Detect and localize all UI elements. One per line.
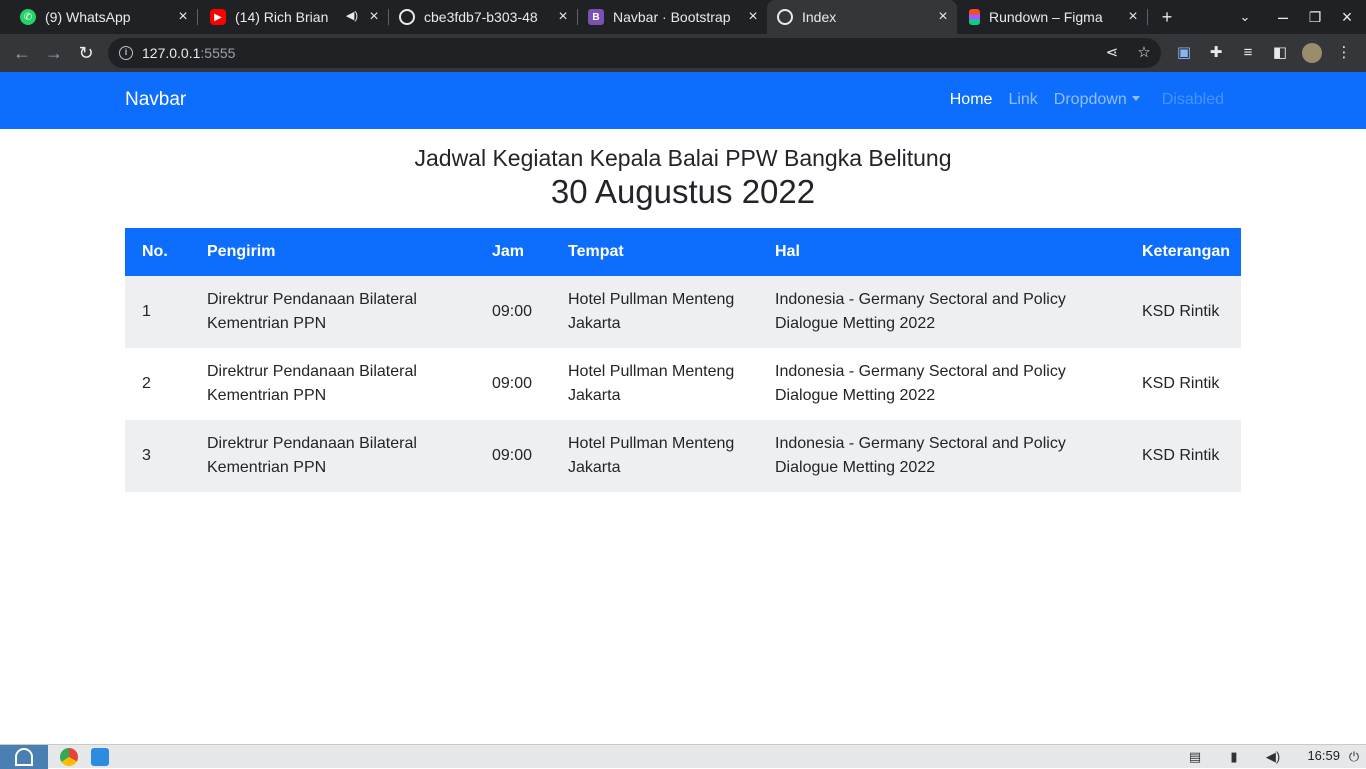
- extensions-icon[interactable]: ✚: [1206, 43, 1226, 63]
- cell-keterangan: KSD Rintik: [1134, 348, 1241, 420]
- cell-tempat: Hotel Pullman Menteng Jakarta: [560, 348, 767, 420]
- cell-no: 3: [125, 420, 199, 492]
- minimize-icon[interactable]: –: [1273, 7, 1293, 27]
- whatsapp-icon: ✆: [20, 9, 36, 25]
- schedule-table: No. Pengirim Jam Tempat Hal Keterangan 1…: [125, 228, 1241, 492]
- table-row: 2 Direktrur Pendanaan Bilateral Kementri…: [125, 348, 1241, 420]
- close-icon[interactable]: ×: [745, 9, 761, 25]
- tab-title: (14) Rich Brian: [235, 9, 329, 25]
- column-header-no: No.: [125, 228, 199, 276]
- nav-link-disabled: Disabled: [1161, 91, 1224, 108]
- browser-tab-strip: ✆ (9) WhatsApp × ▶ (14) Rich Brian ◀) × …: [0, 0, 1366, 34]
- restore-icon[interactable]: ❐: [1305, 7, 1325, 27]
- reload-icon[interactable]: ↻: [75, 42, 97, 64]
- cell-tempat: Hotel Pullman Menteng Jakarta: [560, 276, 767, 348]
- save-extension-icon[interactable]: ▣: [1174, 43, 1194, 63]
- menu-icon[interactable]: ⋮: [1334, 43, 1354, 63]
- start-logo-icon: [15, 748, 33, 766]
- tab-title: cbe3fdb7-b303-48: [424, 9, 538, 25]
- column-header-jam: Jam: [484, 228, 560, 276]
- clipboard-icon[interactable]: ▤: [1186, 748, 1204, 766]
- side-panel-icon[interactable]: ◧: [1270, 43, 1290, 63]
- close-icon[interactable]: ×: [366, 9, 382, 25]
- cell-keterangan: KSD Rintik: [1134, 420, 1241, 492]
- os-taskbar: ▤ ▮ ◀) 16:59 ⏻: [0, 744, 1366, 769]
- youtube-icon: ▶: [210, 9, 226, 25]
- tab-bootstrap[interactable]: B Navbar · Bootstrap ×: [578, 0, 767, 34]
- table-row: 3 Direktrur Pendanaan Bilateral Kementri…: [125, 420, 1241, 492]
- close-window-icon[interactable]: ×: [1337, 7, 1357, 27]
- network-signal-icon[interactable]: ▮: [1225, 748, 1243, 766]
- forward-icon[interactable]: →: [43, 42, 65, 64]
- close-icon[interactable]: ×: [175, 9, 191, 25]
- cell-no: 1: [125, 276, 199, 348]
- info-icon[interactable]: i: [119, 46, 133, 60]
- bookmark-star-icon[interactable]: ☆: [1135, 44, 1153, 62]
- power-icon[interactable]: ⏻: [1345, 748, 1363, 766]
- tab-cbe3fdb7[interactable]: cbe3fdb7-b303-48 ×: [389, 0, 577, 34]
- close-icon[interactable]: ×: [935, 9, 951, 25]
- cell-tempat: Hotel Pullman Menteng Jakarta: [560, 420, 767, 492]
- url-port: :5555: [200, 45, 236, 61]
- column-header-pengirim: Pengirim: [199, 228, 484, 276]
- tab-whatsapp[interactable]: ✆ (9) WhatsApp ×: [0, 0, 197, 34]
- tab-index[interactable]: Index ×: [767, 0, 957, 34]
- web-page: Navbar Home Link Dropdown Disabled Jadwa…: [0, 72, 1366, 744]
- bootstrap-icon: B: [588, 9, 604, 25]
- cell-pengirim: Direktrur Pendanaan Bilateral Kementrian…: [199, 348, 484, 420]
- caret-down-icon: [1131, 96, 1140, 101]
- cell-hal: Indonesia - Germany Sectoral and Policy …: [767, 420, 1134, 492]
- volume-icon[interactable]: ◀): [1264, 748, 1282, 766]
- tab-title: Rundown – Figma: [989, 9, 1103, 25]
- browser-toolbar: ← → ↻ i 127.0.0.1:5555 ⋖ ☆ ▣ ✚ ≡ ◧ ⋮: [0, 34, 1366, 72]
- tab-title: Navbar · Bootstrap: [613, 9, 731, 25]
- cell-pengirim: Direktrur Pendanaan Bilateral Kementrian…: [199, 276, 484, 348]
- tab-search-icon[interactable]: ⌄: [1235, 7, 1255, 27]
- nav-link-link[interactable]: Link: [1000, 91, 1045, 109]
- column-header-tempat: Tempat: [560, 228, 767, 276]
- cell-jam: 09:00: [484, 420, 560, 492]
- nav-dropdown-label: Dropdown: [1053, 91, 1127, 108]
- cell-hal: Indonesia - Germany Sectoral and Policy …: [767, 348, 1134, 420]
- table-row: 1 Direktrur Pendanaan Bilateral Kementri…: [125, 276, 1241, 348]
- broadcast-icon: [777, 9, 793, 25]
- url-host: 127.0.0.1: [142, 45, 201, 61]
- page-title: Jadwal Kegiatan Kepala Balai PPW Bangka …: [414, 145, 952, 171]
- address-bar[interactable]: i 127.0.0.1:5555 ⋖ ☆: [108, 38, 1161, 68]
- schedule-date: 30 Augustus 2022: [550, 173, 816, 210]
- media-queue-icon[interactable]: ≡: [1238, 43, 1258, 63]
- tab-figma[interactable]: Rundown – Figma ×: [957, 0, 1147, 34]
- vscode-icon[interactable]: [91, 748, 109, 766]
- back-icon[interactable]: ←: [11, 42, 33, 64]
- column-header-hal: Hal: [767, 228, 1134, 276]
- cell-jam: 09:00: [484, 276, 560, 348]
- nav-link-home[interactable]: Home: [942, 91, 1001, 109]
- nav-dropdown[interactable]: Dropdown: [1046, 91, 1148, 109]
- chrome-icon[interactable]: [60, 748, 78, 766]
- close-icon[interactable]: ×: [555, 9, 571, 25]
- globe-icon: [399, 9, 415, 25]
- cell-jam: 09:00: [484, 348, 560, 420]
- profile-avatar[interactable]: [1302, 43, 1322, 63]
- share-icon[interactable]: ⋖: [1103, 44, 1121, 62]
- table-header-row: No. Pengirim Jam Tempat Hal Keterangan: [125, 228, 1241, 276]
- cell-keterangan: KSD Rintik: [1134, 276, 1241, 348]
- speaker-icon[interactable]: ◀): [346, 9, 358, 22]
- tab-youtube[interactable]: ▶ (14) Rich Brian ◀) ×: [198, 0, 388, 34]
- figma-icon: [969, 9, 980, 25]
- cell-hal: Indonesia - Germany Sectoral and Policy …: [767, 276, 1134, 348]
- tab-title: Index: [802, 9, 837, 25]
- nav-links: Home Link Dropdown Disabled: [942, 91, 1232, 109]
- column-header-keterangan: Keterangan: [1134, 228, 1241, 276]
- new-tab-icon[interactable]: +: [1157, 7, 1177, 27]
- navbar: Navbar Home Link Dropdown Disabled: [0, 72, 1366, 129]
- navbar-brand[interactable]: Navbar: [125, 89, 186, 111]
- close-icon[interactable]: ×: [1125, 9, 1141, 25]
- clock[interactable]: 16:59: [1307, 748, 1340, 763]
- cell-no: 2: [125, 348, 199, 420]
- cell-pengirim: Direktrur Pendanaan Bilateral Kementrian…: [199, 420, 484, 492]
- start-menu-button[interactable]: [0, 745, 48, 769]
